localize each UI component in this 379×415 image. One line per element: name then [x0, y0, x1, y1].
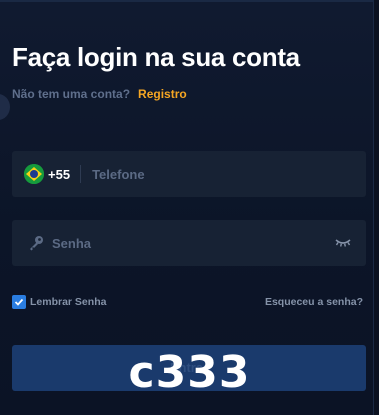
check-icon	[14, 298, 24, 306]
no-account-text: Não tem uma conta?	[12, 87, 131, 101]
remember-password[interactable]: Lembrar Senha	[12, 295, 106, 309]
remember-label: Lembrar Senha	[30, 296, 107, 308]
login-options: Lembrar Senha Esqueceu a senha?	[12, 294, 363, 310]
password-field[interactable]	[12, 220, 366, 266]
password-input[interactable]	[52, 235, 334, 251]
phone-input[interactable]	[92, 166, 366, 182]
page-title: Faça login na sua conta	[12, 42, 300, 72]
field-divider	[80, 165, 82, 183]
brazil-flag-icon[interactable]	[24, 164, 44, 184]
register-link[interactable]: Registro	[138, 87, 187, 101]
side-handle[interactable]	[0, 94, 10, 120]
eye-closed-icon[interactable]	[334, 237, 352, 249]
forgot-password-link[interactable]: Esqueceu a senha?	[265, 296, 363, 308]
remember-checkbox[interactable]	[12, 295, 26, 309]
watermark: c333	[128, 347, 251, 398]
key-icon	[30, 236, 43, 251]
register-prompt: Não tem uma conta? Registro	[12, 87, 187, 101]
country-code[interactable]: +55	[48, 167, 70, 182]
phone-field[interactable]: +55	[12, 151, 366, 197]
